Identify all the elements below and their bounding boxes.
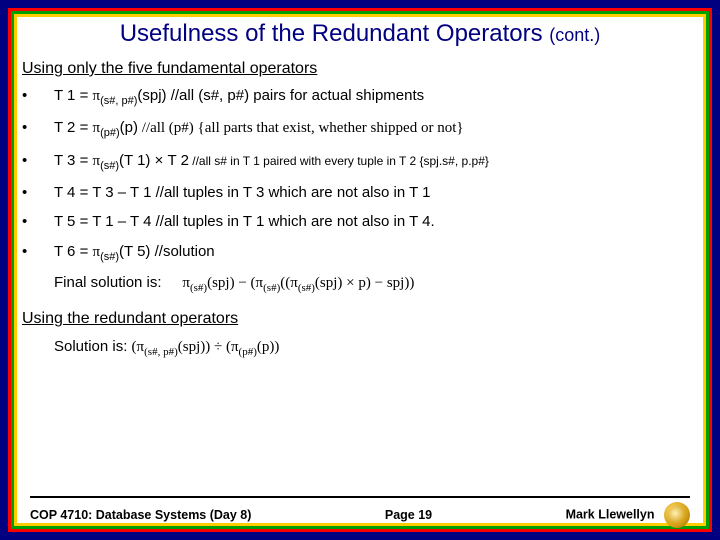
redundant-solution-row: Solution is: (π(s#, p#)(spj)) ÷ (π(p#)(p… [54, 338, 698, 358]
footer-rule [30, 496, 690, 498]
bullet-line: T 3 = π(s#)(T 1) × T 2 //all s# in T 1 p… [54, 151, 698, 173]
footer-right: Mark Llewellyn [566, 502, 690, 528]
title-cont: (cont.) [549, 25, 600, 45]
bullet-line: T 5 = T 1 – T 4 //all tuples in T 1 whic… [54, 212, 698, 232]
bullet-row: •T 6 = π(s#)(T 5) //solution [22, 242, 698, 264]
bullet-marker: • [22, 183, 54, 203]
heading-fundamental: Using only the five fundamental operator… [22, 60, 698, 78]
title-main: Usefulness of the Redundant Operators [120, 20, 543, 47]
sol-expr: (π(s#, p#)(spj)) ÷ (π(p#)(p)) [132, 339, 280, 355]
footer-row: COP 4710: Database Systems (Day 8) Page … [30, 502, 690, 528]
slide-content: Usefulness of the Redundant Operators (c… [22, 20, 698, 518]
bullet-marker: • [22, 212, 54, 232]
bullet-marker: • [22, 118, 54, 138]
footer-author: Mark Llewellyn [566, 507, 655, 521]
bullet-marker: • [22, 242, 54, 262]
bullet-marker: • [22, 86, 54, 106]
bullet-line: T 2 = π(p#)(p) //all (p#) {all parts tha… [54, 118, 698, 140]
bullet-row: •T 2 = π(p#)(p) //all (p#) {all parts th… [22, 118, 698, 140]
bullet-line: T 4 = T 3 – T 1 //all tuples in T 3 whic… [54, 183, 698, 203]
ucf-logo-icon [664, 502, 690, 528]
bullet-line: T 1 = π(s#, p#)(spj) //all (s#, p#) pair… [54, 86, 698, 108]
heading-redundant: Using the redundant operators [22, 310, 698, 328]
bullet-row: •T 1 = π(s#, p#)(spj) //all (s#, p#) pai… [22, 86, 698, 108]
bullet-list: •T 1 = π(s#, p#)(spj) //all (s#, p#) pai… [22, 86, 698, 274]
bullet-row: •T 4 = T 3 – T 1 //all tuples in T 3 whi… [22, 183, 698, 203]
slide-footer: COP 4710: Database Systems (Day 8) Page … [30, 496, 690, 528]
final-expr: π(s#)(spj) − (π(s#)((π(s#)(spj) × p) − s… [182, 275, 414, 291]
bullet-row: •T 3 = π(s#)(T 1) × T 2 //all s# in T 1 … [22, 151, 698, 173]
bullet-line: T 6 = π(s#)(T 5) //solution [54, 242, 698, 264]
footer-left: COP 4710: Database Systems (Day 8) [30, 508, 251, 522]
slide-title: Usefulness of the Redundant Operators (c… [22, 20, 698, 48]
footer-mid: Page 19 [385, 508, 432, 522]
sol-label: Solution is: [54, 338, 132, 355]
bullet-row: •T 5 = T 1 – T 4 //all tuples in T 1 whi… [22, 212, 698, 232]
bullet-marker: • [22, 151, 54, 171]
final-label: Final solution is: [54, 274, 162, 291]
final-solution-row: Final solution is: π(s#)(spj) − (π(s#)((… [54, 274, 698, 294]
